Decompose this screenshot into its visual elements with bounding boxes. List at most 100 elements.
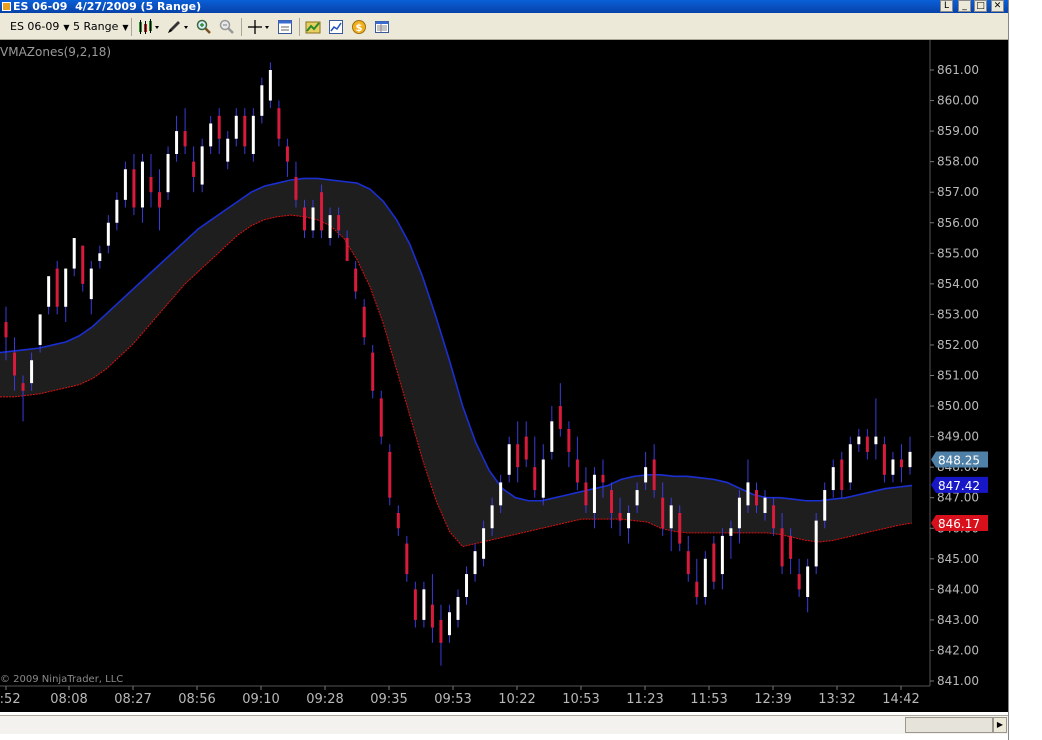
bar-body <box>243 115 247 147</box>
scrollbar-thumb[interactable] <box>905 717 993 733</box>
price-bar <box>413 581 417 628</box>
bar-body <box>899 459 903 468</box>
strategies-icon[interactable] <box>328 19 344 35</box>
bar-body <box>763 497 767 513</box>
x-tick-label: 08:08 <box>50 692 87 707</box>
y-axis-labels: 861.00 860.00 859.00 858.00 857.00 856.00 855.… <box>930 63 979 688</box>
bar-body <box>848 444 852 483</box>
properties-icon[interactable] <box>277 19 293 35</box>
indicators-icon[interactable] <box>305 19 321 35</box>
bar-body <box>345 238 349 261</box>
bar-body <box>38 314 42 345</box>
price-bar <box>891 451 895 483</box>
price-bar <box>388 444 392 506</box>
price-bar <box>81 245 85 292</box>
bar-body <box>754 490 758 506</box>
price-bar <box>899 444 903 483</box>
x-tick-label: 08:56 <box>178 692 215 707</box>
price-bar <box>371 344 375 399</box>
draw-tool-icon[interactable] <box>166 19 190 35</box>
bar-body <box>686 551 690 575</box>
bar-body <box>115 199 119 223</box>
bar-body <box>482 528 486 559</box>
bar-body <box>388 451 392 498</box>
svg-text:$: $ <box>356 23 363 34</box>
bar-body <box>465 574 469 597</box>
price-bar <box>362 299 366 345</box>
period-selector[interactable]: 5 Range ▼ <box>73 19 129 35</box>
instrument-selector[interactable]: ES 06-09 ▼ <box>10 19 70 35</box>
bar-body <box>737 497 741 529</box>
price-bar <box>98 245 102 269</box>
x-tick-label: 11:53 <box>690 692 727 707</box>
price-bar <box>814 512 818 575</box>
price-bar <box>268 62 272 109</box>
price-bar <box>405 535 409 582</box>
y-tick-label: 856.00 <box>937 216 979 230</box>
price-bar <box>158 169 162 231</box>
minimize-button[interactable]: _ <box>958 0 971 12</box>
window-l-button[interactable]: L <box>940 0 953 12</box>
price-bar <box>217 108 221 155</box>
bar-type-icon[interactable] <box>137 19 161 35</box>
instrument-label: ES 06-09 <box>10 20 60 33</box>
indicator-label: VMAZones(9,2,18) <box>0 45 111 59</box>
window-edge <box>1008 0 1042 740</box>
bar-body <box>192 161 196 177</box>
price-bar <box>550 406 554 460</box>
zoom-out-icon[interactable] <box>219 19 235 35</box>
bar-body <box>302 207 306 231</box>
crosshair-icon[interactable] <box>247 19 271 35</box>
price-bar <box>260 77 264 124</box>
toolbar-divider <box>131 18 132 36</box>
bar-body <box>678 512 682 544</box>
close-button[interactable]: ✕ <box>991 0 1004 12</box>
chart-canvas[interactable]: 861.00 860.00 859.00 858.00 857.00 856.00 855.… <box>0 40 1008 712</box>
y-tick-label: 861.00 <box>937 63 979 77</box>
price-bar <box>473 543 477 582</box>
price-bar <box>541 444 545 506</box>
price-bar <box>848 436 852 491</box>
price-bar <box>857 428 861 452</box>
bar-body <box>89 268 93 300</box>
chart-toolbar: ES 06-09 ▼ 5 Range ▼ $ <box>0 13 1008 40</box>
scroll-right-button[interactable]: ▶ <box>993 717 1007 733</box>
vma-zone-fill <box>0 178 912 547</box>
bar-body <box>251 115 255 155</box>
bar-body <box>158 192 162 208</box>
price-bar <box>430 574 434 643</box>
bar-body <box>541 459 545 498</box>
bar-body <box>234 115 238 139</box>
bar-body <box>669 505 673 529</box>
bar-body <box>814 520 818 567</box>
y-tick-label: 843.00 <box>937 613 979 627</box>
maximize-button[interactable]: □ <box>974 0 987 12</box>
y-tick-label: 844.00 <box>937 582 979 596</box>
price-bar <box>47 276 51 315</box>
price-bar <box>746 459 750 513</box>
price-chart[interactable]: 861.00 860.00 859.00 858.00 857.00 856.00 855.… <box>0 40 1008 712</box>
bar-body <box>772 505 776 529</box>
bar-body <box>294 176 298 200</box>
bar-body <box>21 383 25 391</box>
price-marker-label: 847.42 <box>938 479 980 493</box>
price-bar <box>115 192 119 231</box>
price-bar <box>524 421 528 468</box>
x-tick-label: 10:22 <box>498 692 535 707</box>
bar-body <box>98 253 102 261</box>
data-box-icon[interactable]: $ <box>351 19 367 35</box>
price-bar <box>908 436 912 475</box>
bar-body <box>524 436 528 460</box>
bar-body <box>55 268 59 307</box>
price-marker: 847.42 <box>931 476 988 493</box>
zoom-in-icon[interactable] <box>196 19 212 35</box>
bar-body <box>354 268 358 292</box>
bar-body <box>217 115 221 139</box>
bar-body <box>328 215 332 239</box>
bar-body <box>72 238 76 269</box>
window-title-bar[interactable]: ES 06-09 4/27/2009 (5 Range) L _ □ ✕ <box>0 0 1008 13</box>
chart-trader-icon[interactable] <box>374 19 390 35</box>
bar-body <box>123 169 127 200</box>
horizontal-scrollbar[interactable]: ▶ <box>0 715 1008 734</box>
bar-body <box>226 138 230 162</box>
